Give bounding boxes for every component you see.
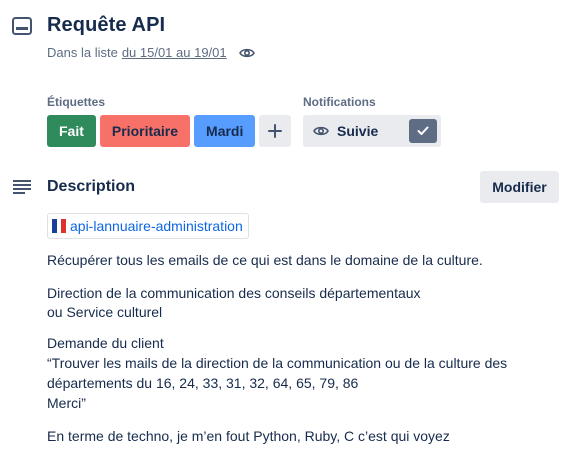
- follow-button[interactable]: Suivie: [303, 115, 441, 147]
- description-icon: [13, 180, 31, 194]
- notifications-heading: Notifications: [303, 95, 376, 109]
- plus-icon: [268, 124, 283, 138]
- eye-icon: [313, 126, 329, 136]
- labels-heading: Étiquettes: [47, 95, 106, 109]
- edit-description-button[interactable]: Modifier: [480, 171, 559, 203]
- description-line: départements du 16, 24, 33, 31, 32, 64, …: [47, 375, 359, 391]
- description-paragraph-1: Récupérer tous les emails de ce qui est …: [47, 252, 483, 268]
- france-flag-icon: [52, 219, 66, 233]
- description-line: Demande du client: [47, 335, 164, 351]
- label-prioritaire[interactable]: Prioritaire: [99, 115, 191, 147]
- card-title[interactable]: Requête API: [47, 14, 165, 37]
- in-list-line: Dans la liste du 15/01 au 19/01: [47, 45, 255, 60]
- following-checkbox[interactable]: [409, 119, 437, 143]
- description-line: “Trouver les mails de la direction de la…: [47, 355, 508, 371]
- check-icon: [417, 126, 429, 135]
- label-fait[interactable]: Fait: [47, 115, 96, 147]
- label-mardi[interactable]: Mardi: [194, 115, 256, 147]
- description-heading: Description: [47, 178, 136, 195]
- follow-label: Suivie: [337, 123, 379, 139]
- description-line: ou Service culturel: [47, 304, 163, 320]
- description-line: Direction de la communication des consei…: [47, 285, 421, 301]
- smart-link[interactable]: api-lannuaire-administration: [47, 213, 249, 239]
- description-paragraph-4: En terme de techno, je m’en fout Python,…: [47, 428, 450, 444]
- eye-icon: [238, 48, 255, 57]
- list-link[interactable]: du 15/01 au 19/01: [122, 45, 227, 60]
- add-label-button[interactable]: [259, 115, 292, 147]
- smart-link-text: api-lannuaire-administration: [70, 218, 243, 234]
- labels-row: Fait Prioritaire Mardi: [47, 115, 292, 147]
- card-icon: [12, 17, 32, 35]
- description-line: Merci”: [47, 395, 86, 411]
- in-list-prefix: Dans la liste: [47, 45, 118, 60]
